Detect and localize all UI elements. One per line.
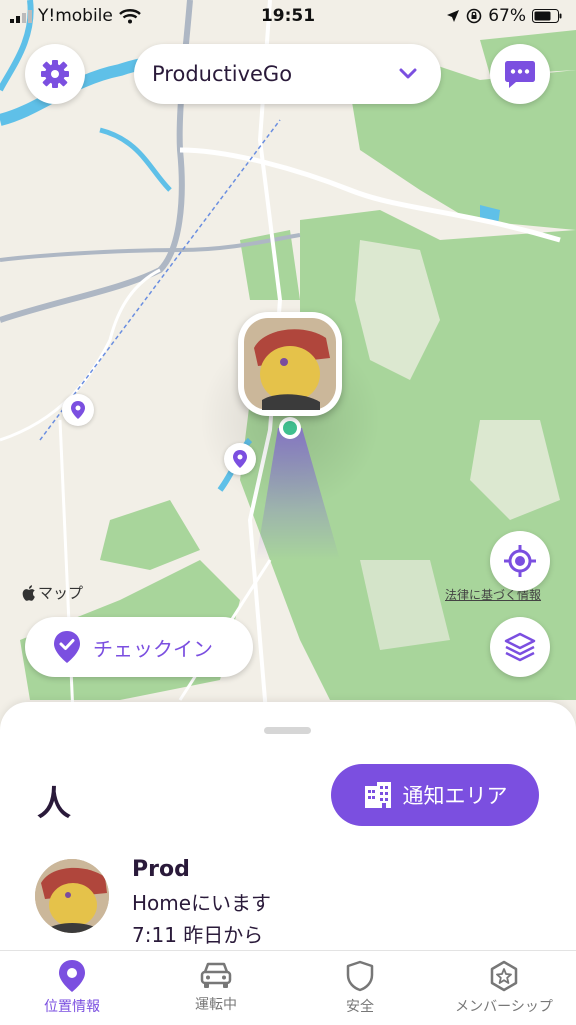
tab-bar: 位置情報 運転中 安全 メンバーシップ <box>0 950 576 1025</box>
tab-safety[interactable]: 安全 <box>288 951 432 1025</box>
chevron-down-icon <box>399 68 417 79</box>
sheet-drag-handle[interactable] <box>264 727 311 734</box>
member-photo <box>35 859 109 933</box>
crosshair-icon <box>504 545 536 577</box>
tab-driving[interactable]: 運転中 <box>144 951 288 1025</box>
map-layers-button[interactable] <box>490 617 550 677</box>
apple-logo-icon <box>22 584 35 601</box>
checkin-label: チェックイン <box>93 636 213 661</box>
layers-icon <box>504 632 536 662</box>
tab-label: メンバーシップ <box>455 999 553 1015</box>
member-photo <box>244 318 336 410</box>
member-avatar-pin[interactable] <box>238 312 342 416</box>
tab-membership[interactable]: メンバーシップ <box>432 951 576 1025</box>
notify-area-button[interactable]: 通知エリア <box>331 764 539 826</box>
checkin-pin-icon <box>54 631 80 663</box>
car-icon <box>200 962 232 988</box>
location-arrow-icon <box>447 10 460 22</box>
notify-area-label: 通知エリア <box>402 784 508 808</box>
gear-icon <box>41 60 69 88</box>
battery-icon <box>532 9 562 23</box>
tab-label: 運転中 <box>195 997 237 1013</box>
star-badge-icon <box>490 960 518 992</box>
building-icon <box>364 782 391 808</box>
recenter-button[interactable] <box>490 531 550 591</box>
sheet-title: 人 <box>37 784 71 824</box>
tab-location[interactable]: 位置情報 <box>0 951 144 1025</box>
location-pin-icon <box>59 960 85 992</box>
member-row[interactable]: Prod Homeにいます 7:11 昨日から <box>35 857 535 947</box>
messages-button[interactable] <box>490 44 550 104</box>
attribution-label: マップ <box>38 584 84 602</box>
shield-icon <box>346 960 374 992</box>
chat-bubble-icon <box>505 61 535 88</box>
location-pin-icon <box>71 401 85 419</box>
member-since: 7:11 昨日から <box>132 923 264 947</box>
circle-selector[interactable]: ProductiveGo <box>134 44 441 104</box>
orientation-lock-icon <box>466 8 482 24</box>
status-bar: Y!mobile 19:51 67% <box>0 0 576 34</box>
member-location: Homeにいます <box>132 891 272 915</box>
place-pin[interactable] <box>62 394 94 426</box>
people-sheet: 人 通知エリア Prod Homeにいます 7:11 昨日から <box>0 702 576 954</box>
tab-label: 安全 <box>346 999 374 1015</box>
location-pin-icon <box>233 450 247 468</box>
member-name: Prod <box>132 857 190 882</box>
settings-button[interactable] <box>25 44 85 104</box>
tab-label: 位置情報 <box>44 999 100 1015</box>
circle-name: ProductiveGo <box>152 62 293 86</box>
checkin-button[interactable]: チェックイン <box>25 617 253 677</box>
map-attribution: マップ <box>22 582 83 603</box>
battery-percent: 67% <box>488 6 526 26</box>
member-avatar <box>35 859 109 933</box>
place-pin[interactable] <box>224 443 256 475</box>
